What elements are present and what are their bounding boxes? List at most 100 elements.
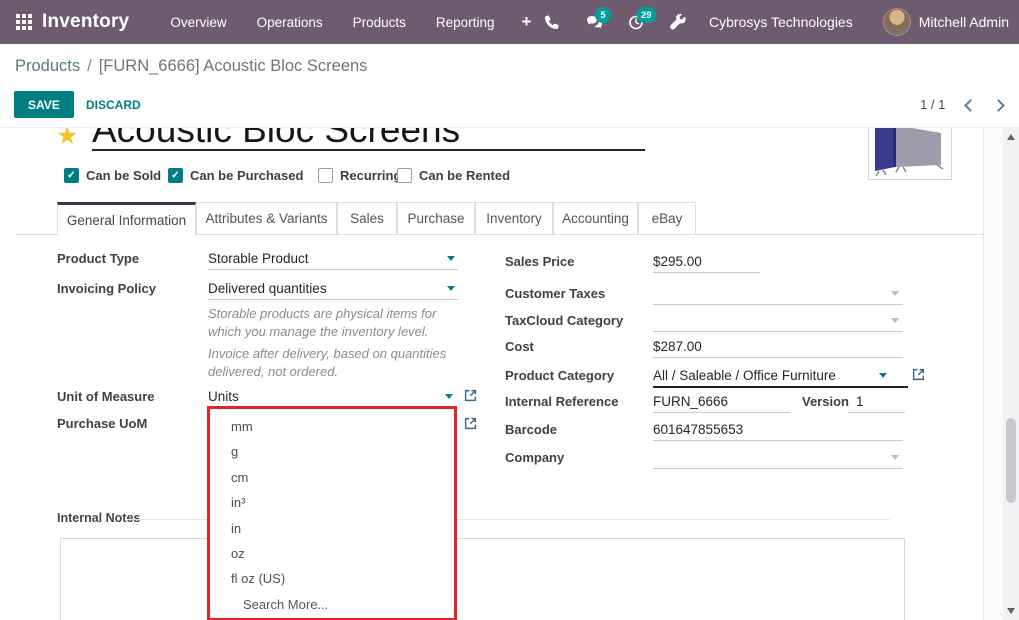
cost-input[interactable]: $287.00 bbox=[653, 339, 702, 354]
product-category-external-link-icon[interactable] bbox=[912, 368, 925, 381]
invoicing-policy-select[interactable]: Delivered quantities bbox=[208, 281, 327, 296]
tab-purchase[interactable]: Purchase bbox=[397, 202, 475, 235]
field-underline bbox=[848, 412, 905, 413]
uom-option-g[interactable]: g bbox=[210, 439, 454, 464]
internal-reference-input[interactable]: FURN_6666 bbox=[653, 394, 728, 409]
uom-search-more[interactable]: Search More... bbox=[210, 592, 454, 617]
tab-inventory[interactable]: Inventory bbox=[475, 202, 553, 235]
barcode-label: Barcode bbox=[505, 422, 557, 437]
tab-sales[interactable]: Sales bbox=[337, 202, 397, 235]
can-be-rented-checkbox[interactable] bbox=[397, 168, 412, 183]
nav-plus-icon[interactable]: + bbox=[521, 12, 531, 32]
sales-price-label: Sales Price bbox=[505, 254, 574, 269]
app-name[interactable]: Inventory bbox=[42, 11, 129, 33]
purchase-uom-external-link-icon[interactable] bbox=[464, 417, 477, 430]
messages-badge: 5 bbox=[595, 7, 611, 23]
field-underline bbox=[653, 440, 903, 441]
customer-taxes-label: Customer Taxes bbox=[505, 286, 605, 301]
scrollbar-thumb[interactable] bbox=[1006, 418, 1016, 503]
scrollbar-down-icon[interactable] bbox=[1007, 608, 1015, 614]
pager-next-icon[interactable] bbox=[992, 99, 1005, 112]
tab-general-information[interactable]: General Information bbox=[57, 202, 196, 236]
product-type-label: Product Type bbox=[57, 251, 139, 266]
product-title-input[interactable]: Acoustic Bloc Screens bbox=[92, 127, 460, 148]
uom-option-in3[interactable]: in³ bbox=[210, 490, 454, 515]
tools-wrench-icon[interactable] bbox=[670, 14, 686, 30]
messages-icon[interactable]: 5 bbox=[586, 14, 602, 30]
nav-item-overview[interactable]: Overview bbox=[170, 15, 226, 30]
pager-count: 1 / 1 bbox=[920, 97, 945, 112]
activities-badge: 29 bbox=[637, 7, 656, 23]
uom-option-oz[interactable]: oz bbox=[210, 541, 454, 566]
chevron-down-icon[interactable] bbox=[879, 373, 887, 378]
field-underline bbox=[208, 299, 458, 300]
barcode-input[interactable]: 601647855653 bbox=[653, 422, 743, 437]
version-input[interactable]: 1 bbox=[856, 394, 864, 409]
breadcrumb-separator: / bbox=[87, 57, 92, 76]
recurring-checkbox[interactable] bbox=[318, 168, 333, 183]
company-input[interactable] bbox=[653, 468, 903, 469]
chevron-down-icon[interactable] bbox=[447, 256, 455, 261]
product-category-input[interactable]: All / Saleable / Office Furniture bbox=[653, 368, 836, 383]
sheet-right-gutter bbox=[984, 128, 1003, 620]
field-underline bbox=[653, 386, 908, 388]
nav-item-products[interactable]: Products bbox=[353, 15, 406, 30]
form-sheet: ★ Acoustic Bloc Screens Can be Sold Can … bbox=[0, 127, 1019, 620]
customer-taxes-input[interactable] bbox=[653, 304, 903, 305]
uom-option-mm[interactable]: mm bbox=[210, 414, 454, 439]
uom-external-link-icon[interactable] bbox=[464, 389, 477, 402]
breadcrumb-current: [FURN_6666] Acoustic Bloc Screens bbox=[99, 57, 368, 76]
user-avatar[interactable] bbox=[883, 8, 911, 36]
uom-dropdown-menu: mm g cm in³ in oz fl oz (US) Search More… bbox=[207, 406, 457, 620]
chevron-down-icon[interactable] bbox=[891, 291, 899, 296]
user-menu[interactable]: Mitchell Admin bbox=[919, 14, 1009, 30]
favorite-star-icon[interactable]: ★ bbox=[56, 127, 78, 149]
chevron-down-icon[interactable] bbox=[891, 455, 899, 460]
checkbox-row-recurring: Recurring bbox=[318, 168, 401, 183]
nav-item-reporting[interactable]: Reporting bbox=[436, 15, 495, 30]
discard-button[interactable]: DISCARD bbox=[80, 91, 147, 118]
uom-option-floz-us[interactable]: fl oz (US) bbox=[210, 566, 454, 591]
uom-option-in[interactable]: in bbox=[210, 516, 454, 541]
field-underline bbox=[653, 412, 790, 413]
internal-notes-textarea[interactable] bbox=[60, 538, 905, 620]
tab-ebay[interactable]: eBay bbox=[638, 202, 696, 235]
chevron-down-icon[interactable] bbox=[447, 286, 455, 291]
nav-right-section: 5 29 Cybrosys Technologies Mitchell Admi… bbox=[531, 0, 1009, 44]
can-be-sold-checkbox[interactable] bbox=[64, 168, 79, 183]
field-underline bbox=[208, 269, 458, 270]
checkbox-row-can-be-rented: Can be Rented bbox=[397, 168, 510, 183]
pager-previous-icon[interactable] bbox=[964, 99, 977, 112]
chevron-down-icon[interactable] bbox=[891, 318, 899, 323]
product-type-select[interactable]: Storable Product bbox=[208, 251, 309, 266]
sales-price-input[interactable]: $295.00 bbox=[653, 254, 702, 269]
cost-label: Cost bbox=[505, 339, 534, 354]
can-be-purchased-label: Can be Purchased bbox=[190, 168, 303, 183]
phone-icon[interactable] bbox=[544, 14, 560, 30]
company-label: Company bbox=[505, 450, 564, 465]
form-tabbar: General Information Attributes & Variant… bbox=[15, 202, 985, 235]
can-be-purchased-checkbox[interactable] bbox=[168, 168, 183, 183]
uom-option-cm[interactable]: cm bbox=[210, 465, 454, 490]
chevron-down-icon[interactable] bbox=[445, 394, 453, 399]
uom-input[interactable]: Units bbox=[208, 389, 239, 404]
breadcrumb-products-link[interactable]: Products bbox=[15, 57, 80, 76]
taxcloud-category-input[interactable] bbox=[653, 331, 903, 332]
uom-label: Unit of Measure bbox=[57, 389, 155, 404]
activities-clock-icon[interactable]: 29 bbox=[628, 14, 644, 30]
product-image[interactable] bbox=[868, 127, 952, 180]
scrollbar-up-icon[interactable] bbox=[1007, 134, 1015, 140]
tab-attributes-variants[interactable]: Attributes & Variants bbox=[196, 202, 337, 235]
apps-menu-icon[interactable] bbox=[16, 14, 32, 30]
field-underline bbox=[653, 357, 903, 358]
purchase-uom-label: Purchase UoM bbox=[57, 416, 147, 431]
company-switcher[interactable]: Cybrosys Technologies bbox=[709, 14, 853, 30]
app-window: Inventory Overview Operations Products R… bbox=[0, 0, 1019, 620]
title-underline bbox=[92, 149, 645, 151]
nav-item-operations[interactable]: Operations bbox=[257, 15, 323, 30]
recurring-label: Recurring bbox=[340, 168, 401, 183]
invoicing-help-text: Invoice after delivery, based on quantit… bbox=[208, 345, 462, 381]
tab-accounting[interactable]: Accounting bbox=[553, 202, 638, 235]
can-be-sold-label: Can be Sold bbox=[86, 168, 161, 183]
save-button[interactable]: SAVE bbox=[14, 91, 74, 118]
